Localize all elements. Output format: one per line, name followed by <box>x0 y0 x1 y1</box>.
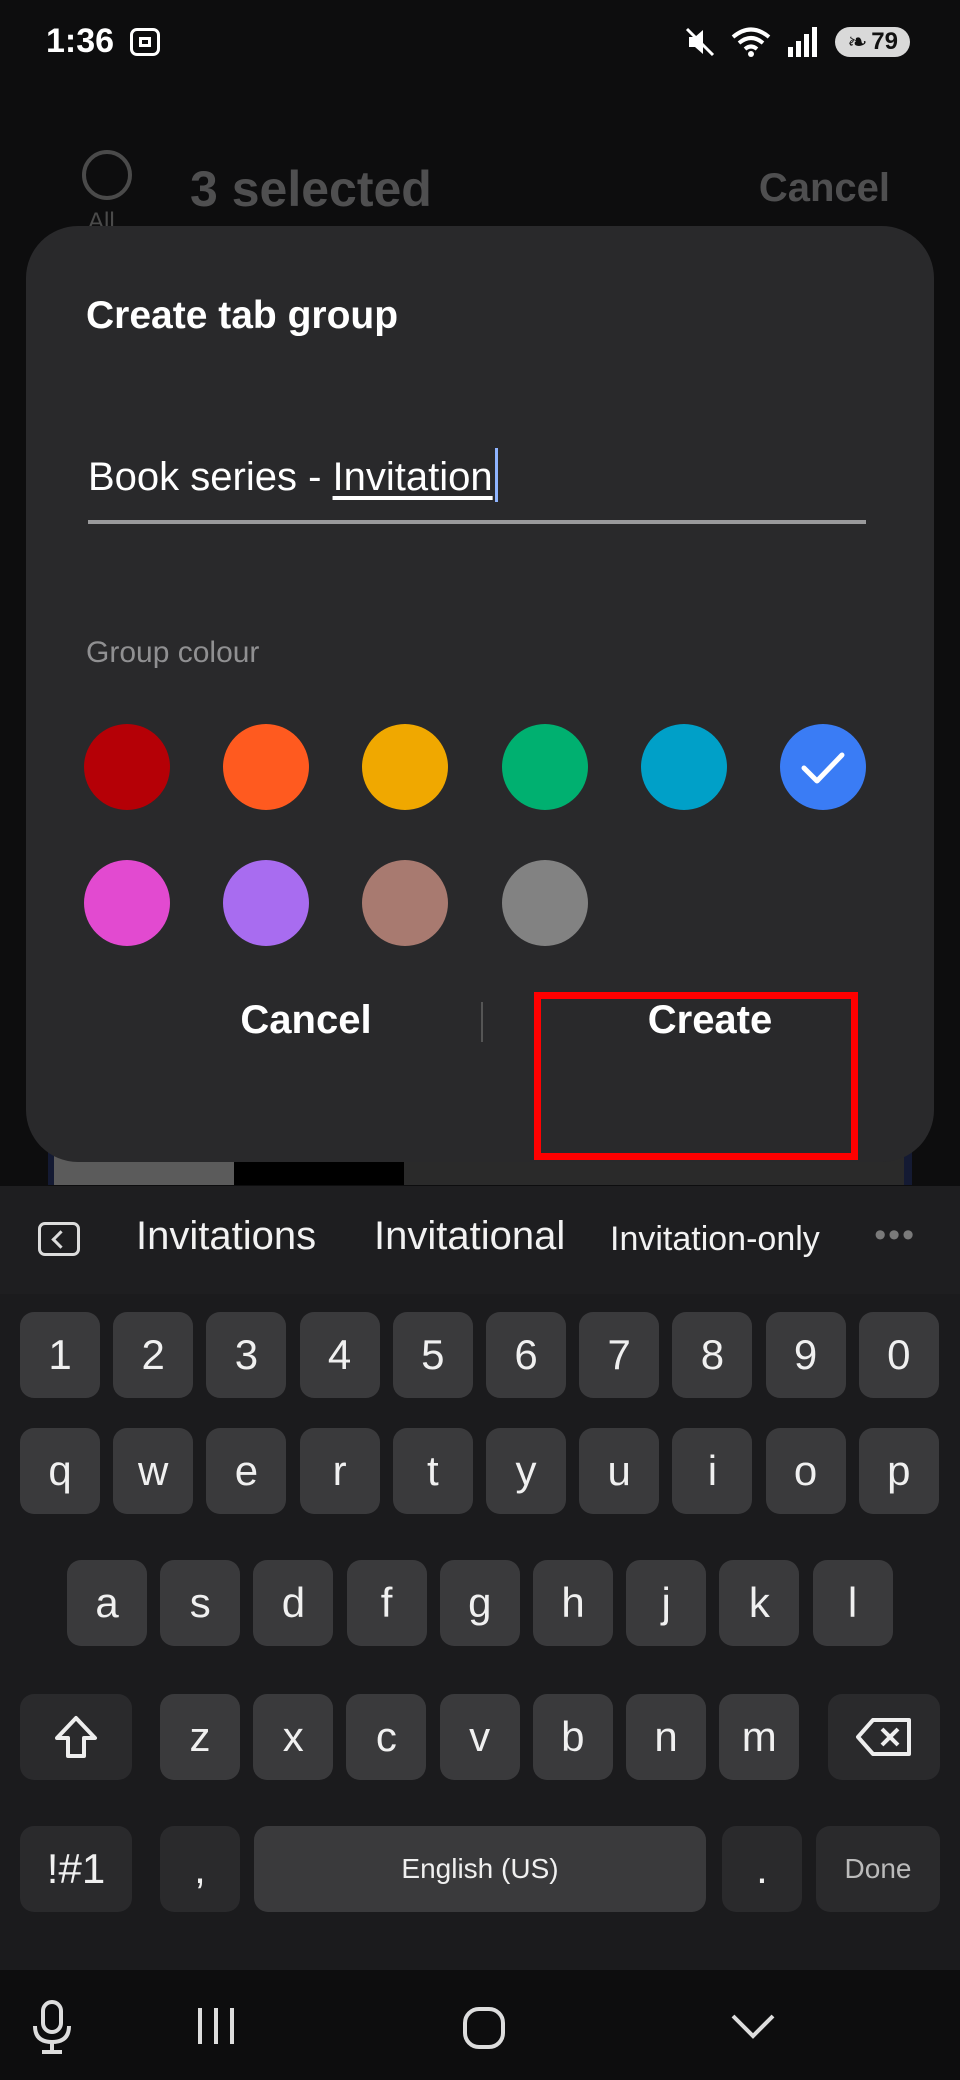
wifi-icon <box>731 27 771 57</box>
key-m[interactable]: m <box>719 1694 800 1780</box>
key-0[interactable]: 0 <box>858 1312 939 1398</box>
key-z[interactable]: z <box>160 1694 240 1780</box>
key-l[interactable]: l <box>812 1560 893 1646</box>
key-g[interactable]: g <box>439 1560 520 1646</box>
shift-icon <box>55 1716 97 1758</box>
key-n[interactable]: n <box>626 1694 706 1780</box>
button-divider <box>481 1002 483 1042</box>
battery-leaf-icon: ❧ <box>847 28 868 56</box>
comma-key[interactable]: , <box>160 1826 240 1912</box>
status-time: 1:36 <box>46 22 115 60</box>
key-w[interactable]: w <box>113 1428 194 1514</box>
status-bar: 1:36 ❧ 79 <box>0 0 960 90</box>
colour-swatch-8[interactable] <box>223 860 309 946</box>
backspace-key[interactable] <box>828 1694 940 1780</box>
input-composing-text: Invitation <box>332 455 493 499</box>
key-4[interactable]: 4 <box>299 1312 380 1398</box>
period-key[interactable]: . <box>722 1826 802 1912</box>
key-2[interactable]: 2 <box>113 1312 194 1398</box>
battery-level: 79 <box>871 28 898 55</box>
suggestion-2[interactable]: Invitational <box>374 1214 565 1259</box>
key-t[interactable]: t <box>392 1428 473 1514</box>
suggestion-bar: Invitations Invitational Invitation-only… <box>0 1186 960 1294</box>
background-cancel-button: Cancel <box>758 166 890 210</box>
key-o[interactable]: o <box>765 1428 846 1514</box>
space-key[interactable]: English (US) <box>254 1826 706 1912</box>
microphone-icon[interactable] <box>30 2000 74 2056</box>
dialog-title: Create tab group <box>86 294 399 337</box>
colour-swatch-10[interactable] <box>502 860 588 946</box>
key-j[interactable]: j <box>626 1560 707 1646</box>
colour-swatch-1[interactable] <box>84 724 170 810</box>
key-r[interactable]: r <box>299 1428 380 1514</box>
input-text: Book series - <box>88 455 333 499</box>
home-icon[interactable] <box>462 2006 506 2050</box>
key-s[interactable]: s <box>160 1560 241 1646</box>
key-8[interactable]: 8 <box>672 1312 753 1398</box>
symbols-key[interactable]: !#1 <box>20 1826 132 1912</box>
key-c[interactable]: c <box>346 1694 427 1780</box>
keyboard: 1 2 3 4 5 6 7 8 9 0 q w e r t y u i o p a s d f g h j k l z x c v b n m !#1,… <box>0 1294 960 1970</box>
cancel-button[interactable]: Cancel <box>126 972 486 1068</box>
select-all-checkbox <box>82 150 132 200</box>
screenshot-icon <box>130 28 160 56</box>
suggestion-3[interactable]: Invitation-only <box>610 1220 820 1259</box>
key-9[interactable]: 9 <box>765 1312 846 1398</box>
selection-title: 3 selected <box>190 161 432 217</box>
colour-swatch-9[interactable] <box>362 860 448 946</box>
group-colour-label: Group colour <box>86 636 260 669</box>
key-v[interactable]: v <box>439 1694 520 1780</box>
create-button-highlight <box>534 992 858 1160</box>
navigation-bar <box>0 1970 960 2080</box>
key-3[interactable]: 3 <box>206 1312 287 1398</box>
shift-key[interactable] <box>20 1694 132 1780</box>
key-i[interactable]: i <box>672 1428 753 1514</box>
colour-swatch-3[interactable] <box>362 724 448 810</box>
done-key[interactable]: Done <box>816 1826 940 1912</box>
battery-indicator: ❧ 79 <box>835 27 910 57</box>
key-d[interactable]: d <box>253 1560 334 1646</box>
key-e[interactable]: e <box>206 1428 287 1514</box>
key-p[interactable]: p <box>858 1428 939 1514</box>
key-x[interactable]: x <box>253 1694 334 1780</box>
key-u[interactable]: u <box>579 1428 660 1514</box>
key-h[interactable]: h <box>533 1560 613 1646</box>
hide-keyboard-icon[interactable] <box>730 2012 776 2042</box>
key-q[interactable]: q <box>20 1428 100 1514</box>
recent-apps-icon[interactable] <box>194 2006 238 2046</box>
mute-icon <box>686 27 715 57</box>
colour-swatch-4[interactable] <box>502 724 588 810</box>
signal-icon <box>788 27 818 57</box>
backspace-icon <box>856 1718 911 1756</box>
key-k[interactable]: k <box>719 1560 800 1646</box>
colour-swatch-7[interactable] <box>84 860 170 946</box>
collapse-suggestions-icon[interactable] <box>38 1222 80 1256</box>
key-f[interactable]: f <box>346 1560 427 1646</box>
key-1[interactable]: 1 <box>20 1312 100 1398</box>
key-5[interactable]: 5 <box>392 1312 473 1398</box>
colour-swatch-6[interactable] <box>780 724 866 810</box>
more-suggestions-icon[interactable]: ••• <box>874 1216 916 1255</box>
text-cursor <box>494 448 498 502</box>
key-6[interactable]: 6 <box>486 1312 566 1398</box>
key-7[interactable]: 7 <box>579 1312 660 1398</box>
key-b[interactable]: b <box>532 1694 613 1780</box>
colour-swatch-2[interactable] <box>223 724 309 810</box>
colour-swatch-5[interactable] <box>641 724 727 810</box>
key-a[interactable]: a <box>67 1560 147 1646</box>
suggestion-1[interactable]: Invitations <box>136 1214 316 1259</box>
group-name-input[interactable]: Book series - Invitation <box>88 444 866 524</box>
key-y[interactable]: y <box>486 1428 566 1514</box>
checkmark-icon <box>801 752 845 784</box>
